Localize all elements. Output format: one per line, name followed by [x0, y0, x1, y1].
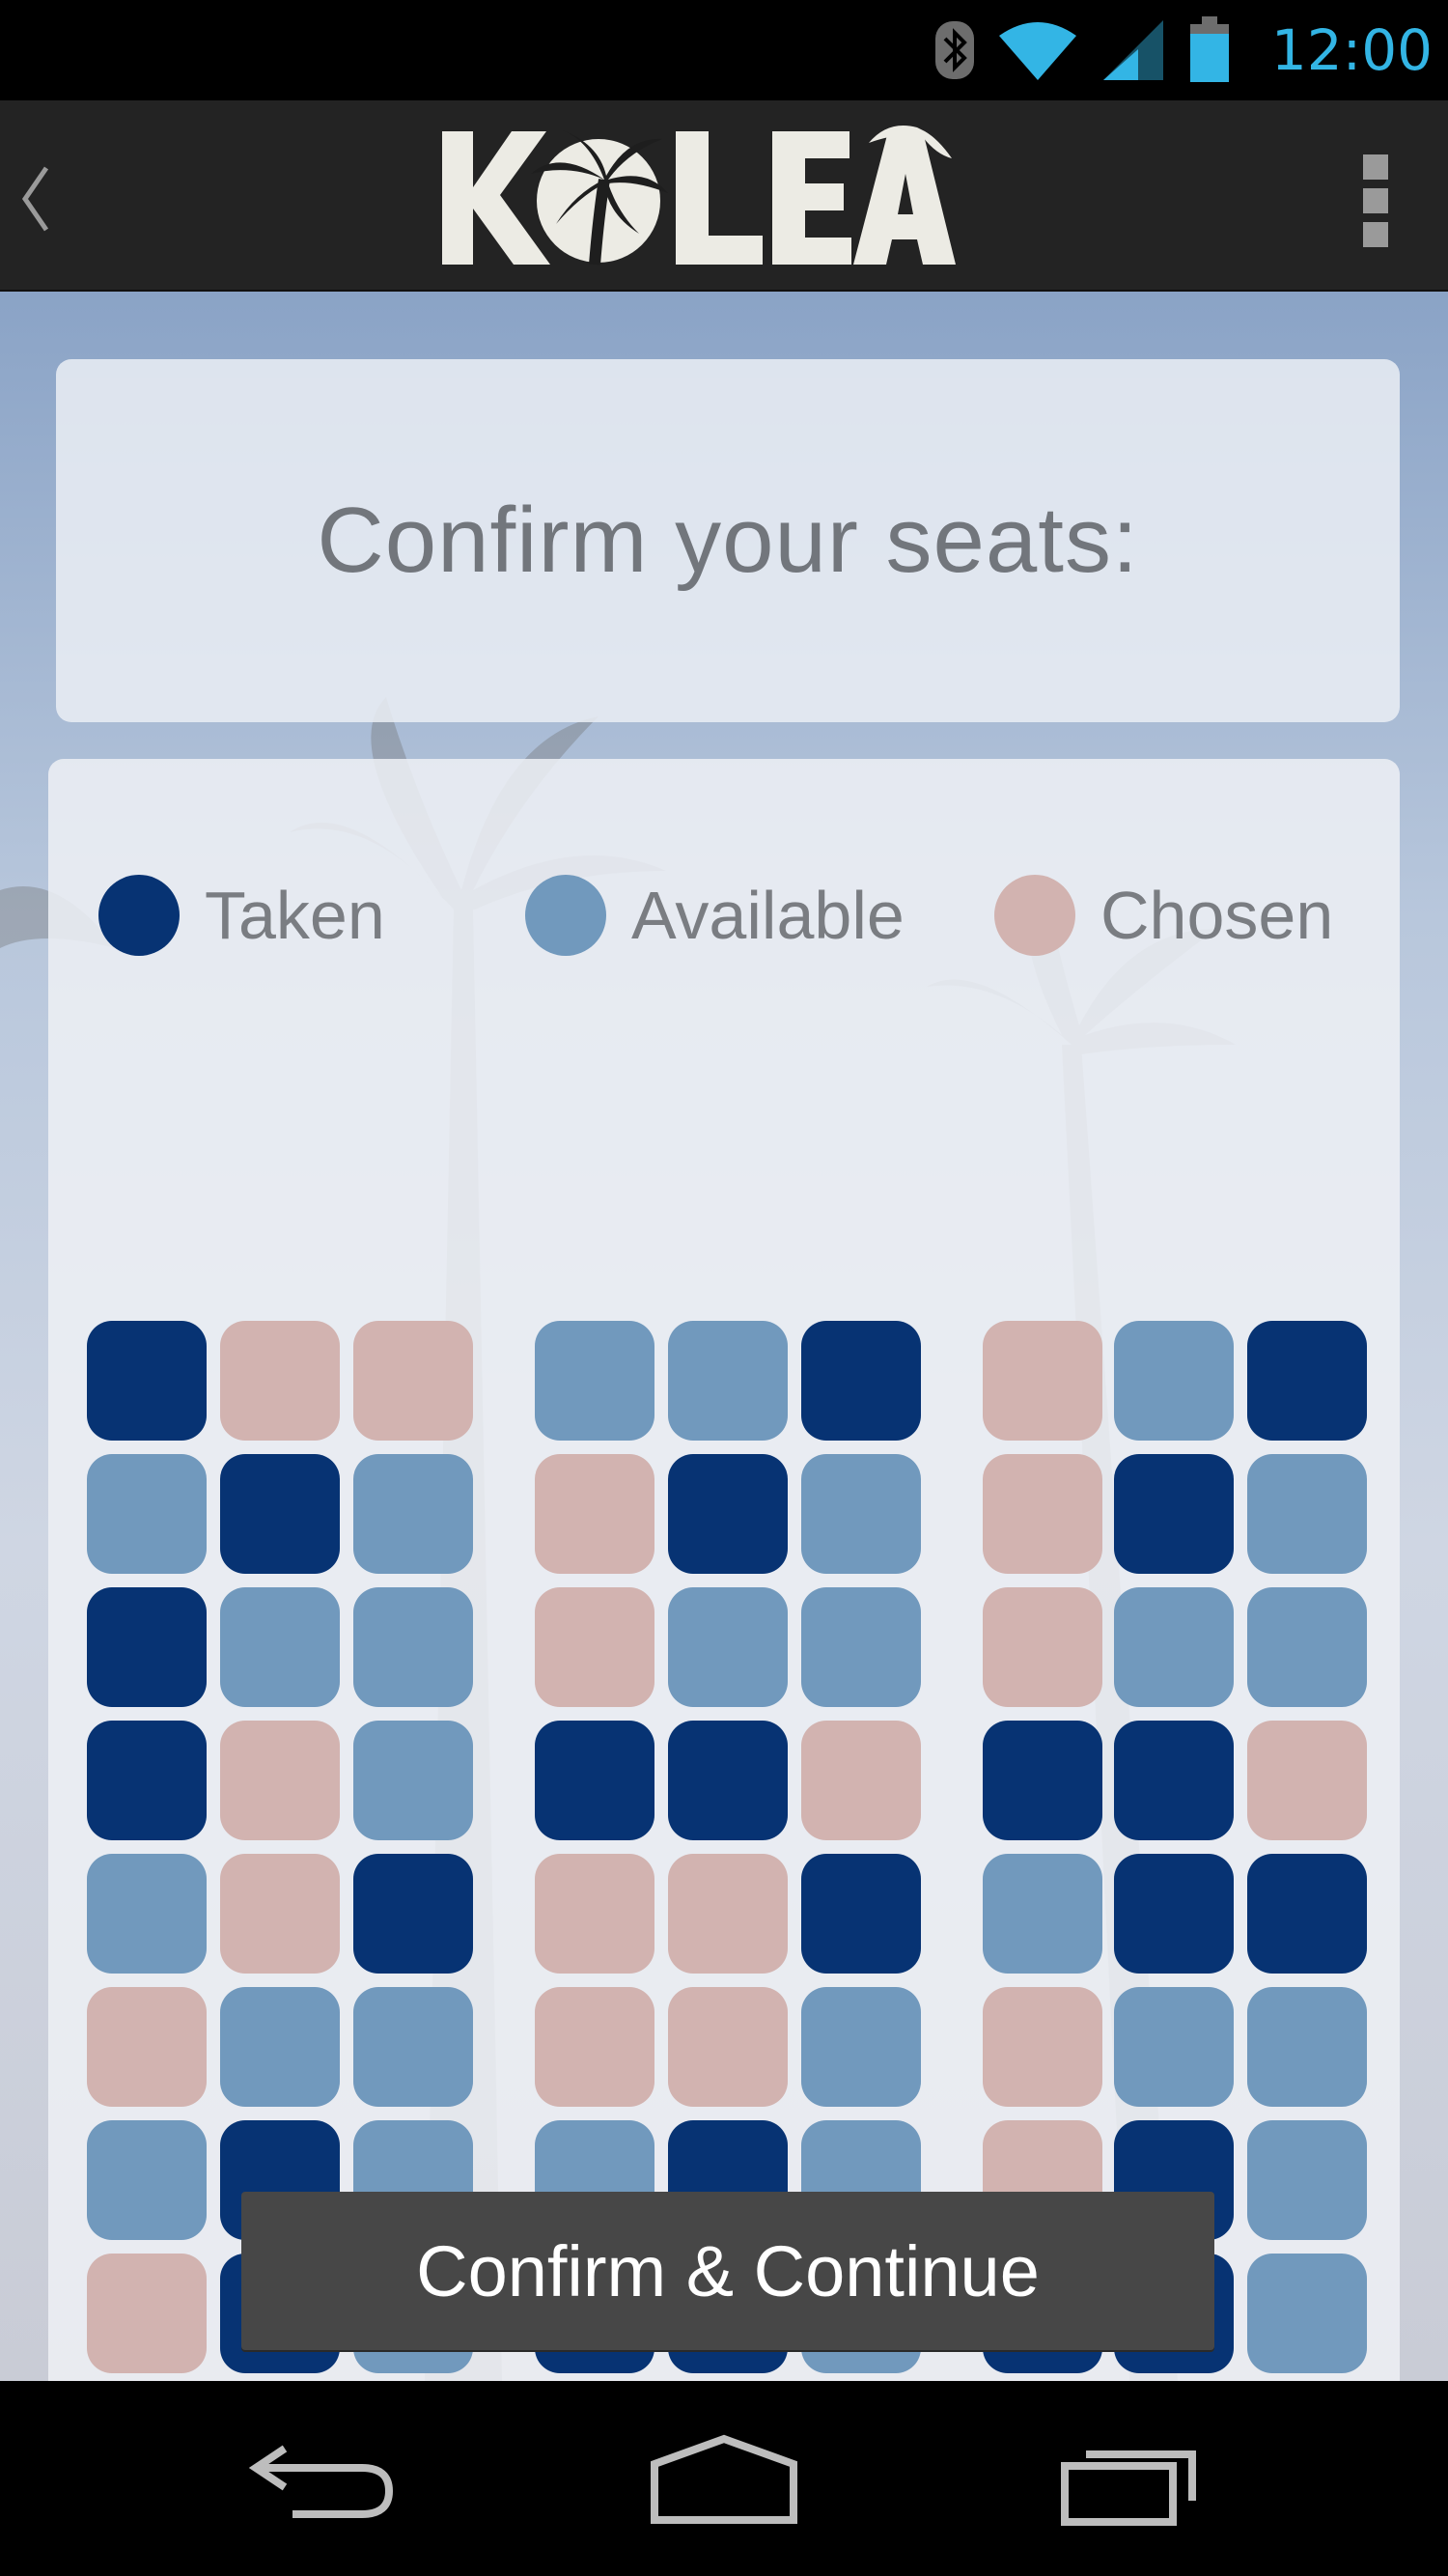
- seat-chosen[interactable]: [535, 1987, 654, 2107]
- wifi-icon: [998, 22, 1076, 80]
- seat-available[interactable]: [353, 1454, 473, 1574]
- seat-chosen[interactable]: [801, 1721, 921, 1840]
- seat-chosen[interactable]: [983, 1587, 1102, 1707]
- seat-taken: [1247, 1854, 1367, 1974]
- home-icon[interactable]: [647, 2420, 801, 2535]
- seat-available[interactable]: [535, 1321, 654, 1441]
- menu-dot: [1363, 154, 1388, 180]
- menu-dot: [1363, 188, 1388, 213]
- seat-grid: [48, 759, 1400, 2381]
- seat-available[interactable]: [983, 1854, 1102, 1974]
- page-title: Confirm your seats:: [317, 489, 1139, 592]
- seat-chosen[interactable]: [353, 1321, 473, 1441]
- chevron-left-icon[interactable]: [15, 160, 54, 238]
- seat-available[interactable]: [220, 1987, 340, 2107]
- seat-available[interactable]: [87, 1454, 207, 1574]
- seat-available[interactable]: [353, 1721, 473, 1840]
- seat-chosen[interactable]: [220, 1321, 340, 1441]
- seat-available[interactable]: [87, 2120, 207, 2240]
- seat-chosen[interactable]: [983, 1321, 1102, 1441]
- seat-taken: [87, 1721, 207, 1840]
- seat-map-card: Taken Available Chosen: [48, 759, 1400, 2381]
- seat-chosen[interactable]: [535, 1854, 654, 1974]
- clock-time: 12:00: [1270, 17, 1433, 83]
- seat-chosen[interactable]: [983, 1987, 1102, 2107]
- seat-taken: [535, 1721, 654, 1840]
- seat-taken: [87, 1587, 207, 1707]
- action-bar: [0, 100, 1448, 295]
- seat-available[interactable]: [87, 1854, 207, 1974]
- seat-chosen[interactable]: [220, 1854, 340, 1974]
- seat-available[interactable]: [353, 1587, 473, 1707]
- bluetooth-icon: [934, 21, 974, 79]
- seat-taken: [353, 1854, 473, 1974]
- seat-available[interactable]: [1247, 2254, 1367, 2373]
- seat-taken: [87, 1321, 207, 1441]
- status-icons: 12:00: [933, 0, 1433, 100]
- seat-available[interactable]: [668, 1321, 788, 1441]
- seat-available[interactable]: [801, 1987, 921, 2107]
- seat-available[interactable]: [1114, 1587, 1234, 1707]
- seat-taken: [1114, 1721, 1234, 1840]
- menu-dot: [1363, 222, 1388, 247]
- seat-taken: [1114, 1854, 1234, 1974]
- seat-available[interactable]: [1247, 1454, 1367, 1574]
- seat-available[interactable]: [668, 1587, 788, 1707]
- seat-chosen[interactable]: [87, 2254, 207, 2373]
- seat-chosen[interactable]: [983, 1454, 1102, 1574]
- battery-icon: [1189, 16, 1229, 82]
- seat-available[interactable]: [1114, 1321, 1234, 1441]
- main-content: Confirm your seats: Taken Available Chosen…: [0, 292, 1448, 2381]
- seat-taken: [668, 1721, 788, 1840]
- seat-chosen[interactable]: [668, 1987, 788, 2107]
- seat-taken: [1247, 1321, 1367, 1441]
- confirm-continue-button[interactable]: Confirm & Continue: [241, 2192, 1214, 2350]
- overflow-menu-icon[interactable]: [1363, 154, 1398, 247]
- seat-taken: [983, 1721, 1102, 1840]
- seat-available[interactable]: [1247, 1587, 1367, 1707]
- seat-taken: [801, 1854, 921, 1974]
- back-icon[interactable]: [246, 2420, 401, 2535]
- title-card: Confirm your seats:: [56, 359, 1400, 722]
- seat-available[interactable]: [220, 1587, 340, 1707]
- status-bar: 12:00: [0, 0, 1448, 100]
- recent-apps-icon[interactable]: [1057, 2420, 1211, 2535]
- seat-taken: [1114, 1454, 1234, 1574]
- navigation-bar: [0, 2381, 1448, 2576]
- seat-taken: [801, 1321, 921, 1441]
- seat-available[interactable]: [801, 1454, 921, 1574]
- seat-available[interactable]: [1114, 1987, 1234, 2107]
- seat-taken: [220, 1454, 340, 1574]
- seat-available[interactable]: [1247, 1987, 1367, 2107]
- kolea-logo: [442, 126, 956, 266]
- seat-chosen[interactable]: [535, 1587, 654, 1707]
- seat-available[interactable]: [801, 1587, 921, 1707]
- seat-available[interactable]: [353, 1987, 473, 2107]
- seat-chosen[interactable]: [220, 1721, 340, 1840]
- seat-chosen[interactable]: [668, 1854, 788, 1974]
- seat-taken: [668, 1454, 788, 1574]
- seat-chosen[interactable]: [1247, 1721, 1367, 1840]
- signal-icon: [1102, 20, 1163, 80]
- seat-chosen[interactable]: [535, 1454, 654, 1574]
- seat-available[interactable]: [1247, 2120, 1367, 2240]
- seat-chosen[interactable]: [87, 1987, 207, 2107]
